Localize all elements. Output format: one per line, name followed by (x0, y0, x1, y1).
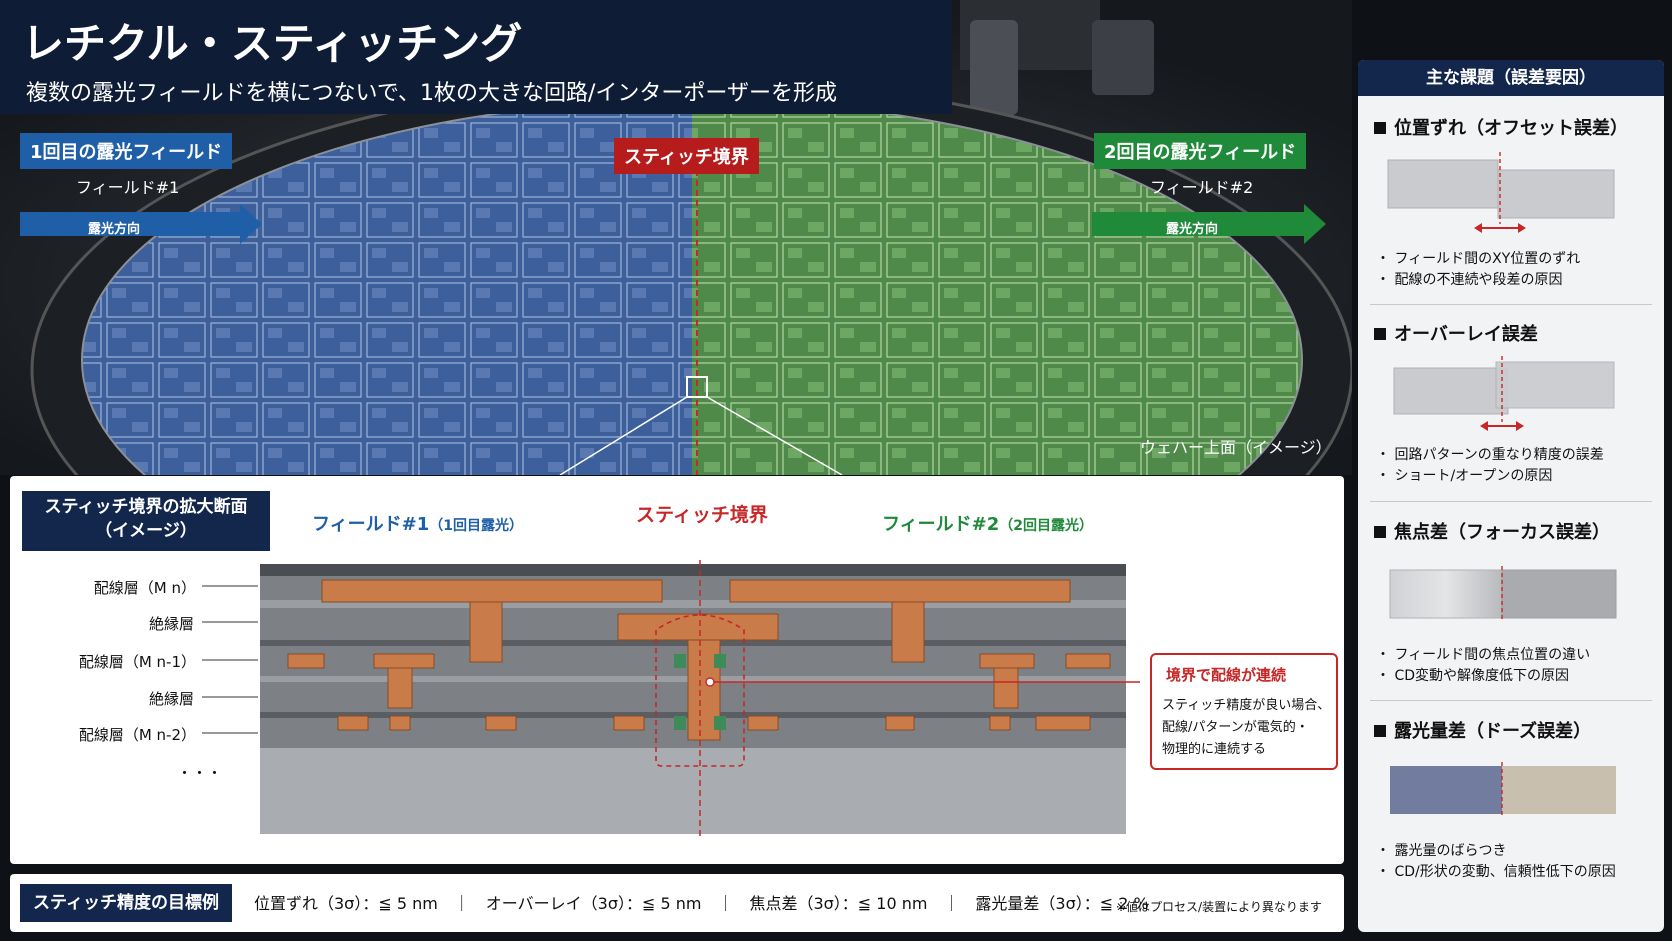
callout-title: 境界で配線が連続 (1166, 666, 1287, 684)
issue-focus-bullet-1: ・ フィールド間の焦点位置の違い (1376, 647, 1591, 663)
page-title: レチクル・スティッチング (22, 19, 523, 68)
square-bullet-icon (1374, 328, 1386, 340)
field2-tag: 2回目の露光フィールド (1094, 133, 1307, 169)
field1-arrow-label: 露光方向 (88, 222, 141, 237)
square-bullet-icon (1374, 526, 1386, 538)
issues-divider (1370, 304, 1652, 305)
callout-line-3: 物理的に連続する (1162, 742, 1267, 757)
issue-offset-title: 位置ずれ（オフセット誤差） (1374, 114, 1628, 140)
layer-label-mn: 配線層（M n） (93, 579, 196, 597)
issue-overlay-title: オーバーレイ誤差 (1374, 320, 1538, 346)
issue-focus-diagram (1389, 566, 1617, 622)
issue-offset-bullet-2: ・ 配線の不連続や段差の原因 (1376, 272, 1563, 288)
xsec-boundary-head: スティッチ境界 (636, 504, 768, 526)
issues-panel-title: 主な課題（誤差要因） (1358, 60, 1664, 96)
field1-sub: フィールド#1 (76, 178, 180, 197)
page-subtitle: 複数の露光フィールドを横につないで、1枚の大きな回路/インターポーザーを形成 (26, 81, 837, 106)
issue-offset-bullet-1: ・ フィールド間のXY位置のずれ (1376, 251, 1581, 267)
issues-divider (1370, 501, 1652, 502)
issue-focus-bullet-2: ・ CD変動や解像度低下の原因 (1376, 668, 1570, 684)
issue-dose-bullet-2: ・ CD/形状の変動、信頼性低下の原因 (1376, 864, 1616, 880)
field2-sub: フィールド#2 (1150, 178, 1254, 197)
callout-line-2: 配線/パターンが電気的・ (1162, 720, 1309, 735)
layer-label-mn1: 配線層（M n-1） (78, 653, 196, 671)
issue-dose-bullet-1: ・ 露光量のばらつき (1376, 843, 1507, 859)
layer-label-insulator-1: 絶縁層 (148, 615, 194, 633)
callout-line-1: スティッチ精度が良い場合、 (1162, 698, 1331, 713)
layer-leader-lines (202, 585, 258, 734)
field1-tag: 1回目の露光フィールド (20, 133, 233, 169)
issue-focus-title: 焦点差（フォーカス誤差） (1374, 518, 1610, 544)
xsec-field2-head: フィールド#2（2回目露光） (882, 514, 1093, 535)
issue-overlay-diagram (1393, 356, 1615, 431)
cross-section-illustration (202, 560, 1140, 840)
issue-dose-title: 露光量差（ドーズ誤差） (1374, 717, 1591, 743)
lens-left (970, 20, 1018, 115)
square-bullet-icon (1374, 725, 1386, 737)
square-bullet-icon (1374, 122, 1386, 134)
target-title: スティッチ精度の目標例 (20, 884, 232, 922)
issue-offset-diagram (1387, 152, 1615, 233)
xsec-field1-head: フィールド#1（1回目露光） (312, 514, 523, 535)
cross-section-title: スティッチ境界の拡大断面 （イメージ） (22, 491, 270, 551)
stitch-boundary-tag: スティッチ境界 (614, 138, 759, 174)
target-note: ※値はプロセス/装置により異なります (1116, 900, 1322, 914)
field2-arrow-label: 露光方向 (1166, 222, 1219, 237)
issue-dose-diagram (1390, 762, 1616, 818)
issues-divider (1370, 700, 1652, 701)
target-items: 位置ずれ（3σ）：≦ 5 nm ｜ オーバーレイ（3σ）：≦ 5 nm ｜ 焦点… (254, 894, 1149, 913)
issue-overlay-bullet-2: ・ ショート/オープンの原因 (1376, 468, 1553, 484)
cross-section-title-line1: スティッチ境界の拡大断面 (44, 497, 248, 517)
cross-section-title-line2: （イメージ） (95, 521, 197, 541)
layer-label-insulator-2: 絶縁層 (148, 690, 194, 708)
lens-right (1092, 20, 1154, 95)
issue-overlay-bullet-1: ・ 回路パターンの重なり精度の誤差 (1376, 447, 1604, 463)
wafer-caption: ウェハー上面（イメージ） (1140, 438, 1332, 457)
layer-label-ellipsis: ・・・ (176, 764, 222, 782)
layer-label-mn2: 配線層（M n-2） (78, 726, 196, 744)
